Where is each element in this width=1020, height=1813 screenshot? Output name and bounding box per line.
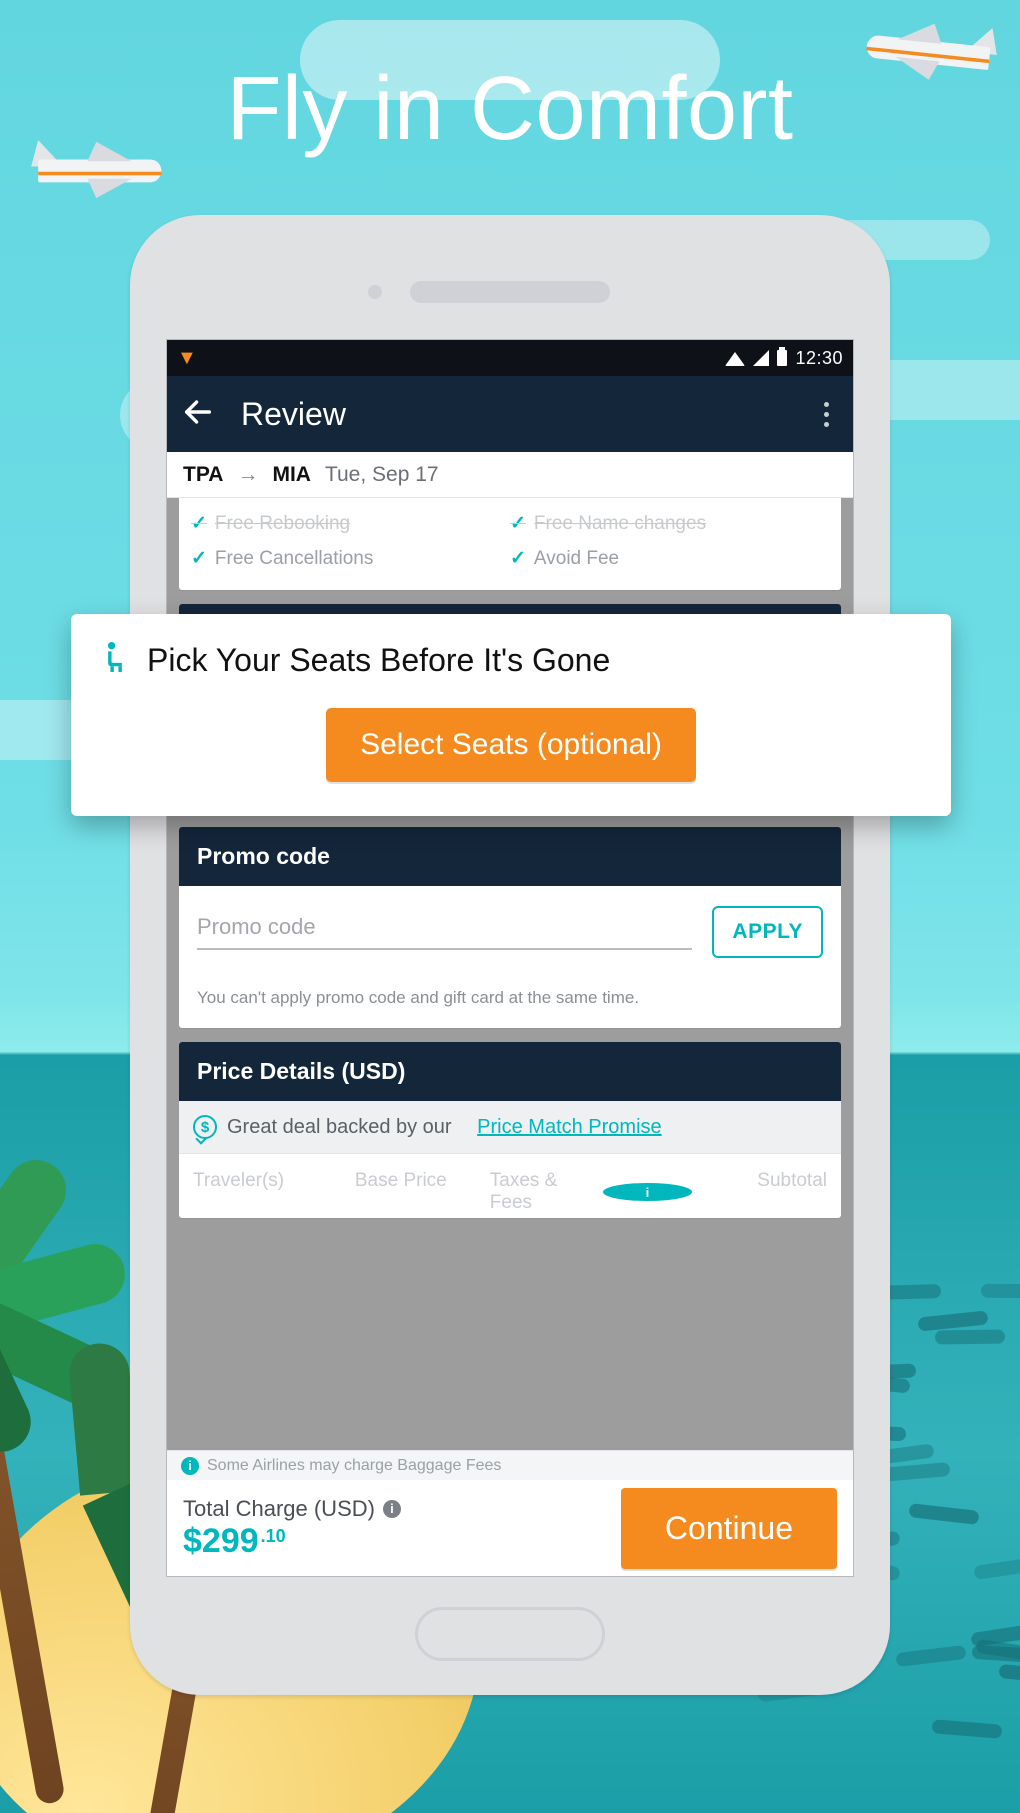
seat-icon xyxy=(101,640,129,680)
promo-code-header: Promo code xyxy=(179,827,841,886)
select-seats-card: Pick Your Seats Before It's Gone Select … xyxy=(71,614,951,816)
signal-icon xyxy=(753,350,769,366)
select-seats-button[interactable]: Select Seats (optional) xyxy=(326,708,696,782)
price-table-header: Traveler(s) Base Price Taxes & Feesi Sub… xyxy=(179,1154,841,1218)
promo-headline: Fly in Comfort xyxy=(0,58,1020,161)
promo-code-card: Promo code APPLY You can't apply promo c… xyxy=(179,827,841,1028)
route-summary: TPA → MIA Tue, Sep 17 xyxy=(167,452,853,498)
col-subtotal: Subtotal xyxy=(692,1170,827,1214)
promo-note: You can't apply promo code and gift card… xyxy=(197,988,823,1008)
phone-frame: ▼ 12:30 Review TPA → MIA Tue, Sep 17 xyxy=(130,215,890,1695)
col-base-price: Base Price xyxy=(355,1170,490,1214)
overflow-menu-icon[interactable] xyxy=(813,402,839,427)
checkout-footer: Total Charge (USD) i $299.10 Continue xyxy=(167,1480,853,1576)
info-icon: i xyxy=(181,1457,199,1475)
apply-promo-button[interactable]: APPLY xyxy=(712,906,823,958)
price-match-row: $ Great deal backed by our Price Match P… xyxy=(179,1101,841,1154)
price-match-link[interactable]: Price Match Promise xyxy=(477,1116,662,1139)
price-details-header: Price Details (USD) xyxy=(179,1042,841,1101)
status-time: 12:30 xyxy=(795,348,843,369)
route-to: MIA xyxy=(272,463,311,487)
phone-camera xyxy=(368,285,382,299)
status-bar: ▼ 12:30 xyxy=(167,340,853,376)
phone-screen: ▼ 12:30 Review TPA → MIA Tue, Sep 17 xyxy=(166,339,854,1577)
info-icon[interactable]: i xyxy=(383,1500,401,1518)
back-icon[interactable] xyxy=(181,395,215,434)
select-seats-heading: Pick Your Seats Before It's Gone xyxy=(147,642,610,679)
total-charge-amount: $299.10 xyxy=(183,1522,605,1561)
page-title: Review xyxy=(241,396,813,433)
price-match-text: Great deal backed by our xyxy=(227,1116,452,1139)
benefit-item: ✓Avoid Fee xyxy=(510,541,829,576)
location-pin-icon: ▼ xyxy=(177,348,197,368)
promo-code-input[interactable] xyxy=(197,906,692,950)
wifi-icon xyxy=(725,352,745,366)
benefits-card: ✓Free Rebooking ✓Free Name changes ✓Free… xyxy=(179,498,841,590)
arrow-right-icon: → xyxy=(237,463,258,487)
benefit-item: ✓Free Cancellations xyxy=(191,541,510,576)
baggage-fee-note: i Some Airlines may charge Baggage Fees xyxy=(167,1450,853,1480)
col-travelers: Traveler(s) xyxy=(193,1170,355,1214)
benefit-item: ✓Free Rebooking xyxy=(191,506,510,541)
app-bar: Review xyxy=(167,376,853,452)
benefit-item: ✓Free Name changes xyxy=(510,506,829,541)
battery-icon xyxy=(777,350,787,366)
price-details-card: Price Details (USD) $ Great deal backed … xyxy=(179,1042,841,1218)
continue-button[interactable]: Continue xyxy=(621,1488,837,1569)
route-from: TPA xyxy=(183,463,223,487)
col-taxes-fees: Taxes & Feesi xyxy=(490,1170,692,1214)
route-date: Tue, Sep 17 xyxy=(325,463,439,487)
price-match-badge-icon: $ xyxy=(193,1115,217,1139)
info-icon[interactable]: i xyxy=(603,1183,692,1201)
phone-earpiece xyxy=(410,281,610,303)
phone-home-button xyxy=(415,1607,605,1661)
total-charge-label: Total Charge (USD) i xyxy=(183,1496,605,1522)
